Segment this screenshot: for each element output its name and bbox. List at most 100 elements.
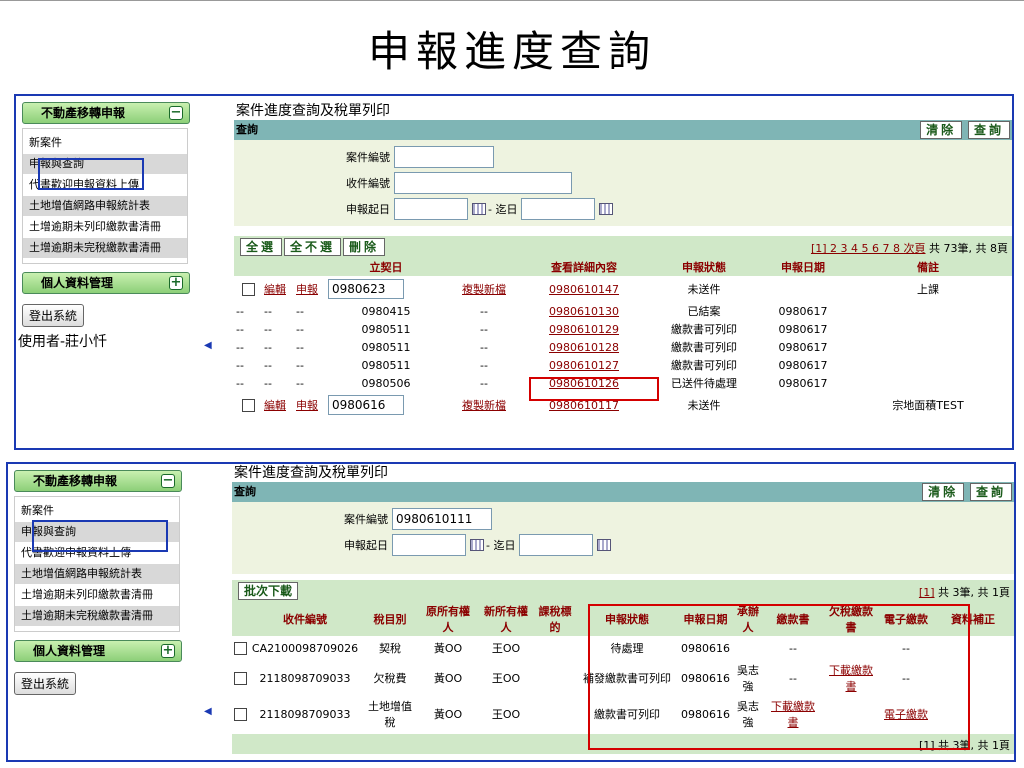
epay-link[interactable]: 電子繳款 (884, 708, 928, 721)
expand-icon[interactable]: + (161, 644, 175, 658)
case-no-input[interactable]: 0980610111 (392, 508, 492, 530)
collapse-arrow-icon[interactable]: ◀ (204, 706, 212, 717)
pager-total: 共 73筆, 共 8頁 (929, 242, 1008, 255)
user-name: 使用者-莊小忏 (18, 334, 108, 350)
calendar-icon[interactable] (472, 203, 486, 215)
expand-icon[interactable]: + (169, 276, 183, 290)
edit-link[interactable]: 編輯 (264, 399, 286, 412)
row-checkbox[interactable] (241, 282, 255, 296)
report-date-cell (762, 276, 844, 302)
sidebar-item-overdue-unpaid[interactable]: 土增逾期未完稅繳款書清冊 (23, 238, 187, 259)
sidebar-item-overdue-unprinted[interactable]: 土增逾期未列印繳款書清冊 (15, 585, 179, 606)
sidebar-section-property-transfer[interactable]: 不動產移轉申報 − (22, 102, 190, 124)
progress-query-panel-top: 不動產移轉申報 − 新案件 申報與查詢 代書歡迎申報資料上傳 土地增值網路申報統… (14, 94, 1014, 450)
dash-cell: -- (480, 358, 488, 372)
sidebar-item-overdue-unpaid[interactable]: 土增逾期未完稅繳款書清冊 (15, 606, 179, 627)
contract-date-input[interactable]: 0980623 (328, 279, 404, 299)
sidebar-item-upload[interactable]: 代書歡迎申報資料上傳 (23, 175, 187, 196)
sidebar-item-report-query[interactable]: 申報與查詢 (15, 522, 179, 543)
detail-link[interactable]: 0980610147 (549, 283, 619, 296)
note-cell (844, 356, 1012, 374)
col-report-date: 申報日期 (679, 602, 732, 636)
sidebar-item-overdue-unprinted[interactable]: 土增逾期未列印繳款書清冊 (23, 217, 187, 238)
row-checkbox[interactable] (234, 707, 247, 721)
pager: [1] 2 3 4 5 6 7 8 次頁 共 73筆, 共 8頁 (811, 240, 1008, 256)
case-no-input[interactable] (394, 146, 494, 168)
pager: [1] 共 3筆, 共 1頁 (919, 584, 1010, 600)
sidebar-item-new-case[interactable]: 新案件 (23, 133, 187, 154)
edit-link[interactable]: 編輯 (264, 283, 286, 296)
new-owner-cell: 王OO (491, 642, 521, 655)
row-checkbox[interactable] (234, 671, 247, 685)
sidebar-item-new-case[interactable]: 新案件 (15, 501, 179, 522)
sidebar-item-statistics[interactable]: 土地增值網路申報統計表 (15, 564, 179, 585)
dash-cell: -- (236, 304, 244, 318)
detail-link[interactable]: 0980610117 (549, 399, 619, 412)
deselect-all-button[interactable]: 全不選 (284, 238, 342, 256)
report-date-cell: 0980617 (778, 304, 828, 318)
officer-cell: 吳志強 (737, 664, 759, 693)
batch-download-button[interactable]: 批次下載 (238, 582, 299, 600)
table-header: 收件編號 稅目別 原所有權人 新所有權人 課稅標的 申報狀態 申報日期 承辦人 … (232, 602, 1014, 636)
select-all-button[interactable]: 全選 (240, 238, 283, 256)
pager-links[interactable]: [1] 2 3 4 5 6 7 8 次頁 (811, 242, 926, 255)
date-from-input[interactable] (392, 534, 466, 556)
download-bill-link[interactable]: 下載繳款書 (771, 700, 815, 729)
clear-button[interactable]: 清除 (920, 121, 963, 139)
calendar-icon[interactable] (470, 539, 484, 551)
sidebar-section-property-transfer[interactable]: 不動產移轉申報 − (14, 470, 182, 492)
row-checkbox[interactable] (241, 398, 255, 412)
report-date-cell: 0980616 (681, 707, 730, 721)
search-button[interactable]: 查詢 (969, 483, 1012, 501)
date-to-input[interactable] (519, 534, 594, 556)
logout-button[interactable]: 登出系統 (22, 304, 85, 327)
pager-links[interactable]: [1] (919, 586, 935, 599)
query-form: 案件編號 0980610111 申報起日 - 迄日 (232, 502, 1014, 574)
dash-cell: -- (236, 322, 244, 336)
detail-link[interactable]: 0980610129 (549, 323, 619, 336)
sidebar-section-profile[interactable]: 個人資料管理 + (22, 272, 190, 294)
copy-new-link[interactable]: 複製新檔 (462, 399, 506, 412)
collapse-arrow-icon[interactable]: ◀ (204, 340, 212, 351)
sidebar-item-statistics[interactable]: 土地增值網路申報統計表 (23, 196, 187, 217)
report-link[interactable]: 申報 (296, 283, 318, 296)
report-link[interactable]: 申報 (296, 399, 318, 412)
calendar-icon[interactable] (597, 539, 612, 551)
detail-link[interactable]: 0980610130 (549, 305, 619, 318)
search-button[interactable]: 查詢 (967, 121, 1010, 139)
download-arrears-link[interactable]: 下載繳款書 (829, 664, 873, 693)
sidebar-item-report-query[interactable]: 申報與查詢 (23, 154, 187, 175)
contract-date-cell: 0980506 (361, 376, 411, 390)
col-bill: 繳款書 (764, 602, 822, 636)
date-to-input[interactable] (521, 198, 596, 220)
col-receipt-no: 收件編號 (249, 602, 361, 636)
section-label: 不動產移轉申報 (33, 474, 118, 488)
collapse-icon[interactable]: − (161, 474, 175, 488)
officer-cell (732, 636, 764, 660)
row-checkbox[interactable] (234, 641, 247, 655)
status-cell: 待處理 (610, 642, 644, 655)
delete-button[interactable]: 刪除 (343, 238, 386, 256)
query-bar: 查詢 清除 查詢 (232, 482, 1014, 502)
detail-link[interactable]: 0980610126 (549, 377, 619, 390)
receipt-no-input[interactable] (394, 172, 572, 194)
note-cell (844, 320, 1012, 338)
contract-date-cell: 0980415 (361, 304, 411, 318)
detail-link[interactable]: 0980610127 (549, 359, 619, 372)
collapse-icon[interactable]: − (169, 106, 183, 120)
sidebar: 不動產移轉申報 − 新案件 申報與查詢 代書歡迎申報資料上傳 土地增值網路申報統… (16, 96, 196, 448)
dash-cell: -- (264, 340, 272, 354)
download-bill-link-text: -- (789, 671, 797, 685)
dash-cell: -- (296, 304, 304, 318)
contract-date-cell: 0980511 (361, 358, 411, 372)
sidebar-section-profile[interactable]: 個人資料管理 + (14, 640, 182, 662)
logout-button[interactable]: 登出系統 (14, 672, 77, 695)
detail-link[interactable]: 0980610128 (549, 341, 619, 354)
contract-date-input[interactable]: 0980616 (328, 395, 404, 415)
copy-new-link[interactable]: 複製新檔 (462, 283, 506, 296)
calendar-icon[interactable] (599, 203, 614, 215)
receipt-no-cell: CA2100098709026 (251, 641, 359, 655)
sidebar-item-upload[interactable]: 代書歡迎申報資料上傳 (15, 543, 179, 564)
date-from-input[interactable] (394, 198, 468, 220)
clear-button[interactable]: 清除 (922, 483, 965, 501)
